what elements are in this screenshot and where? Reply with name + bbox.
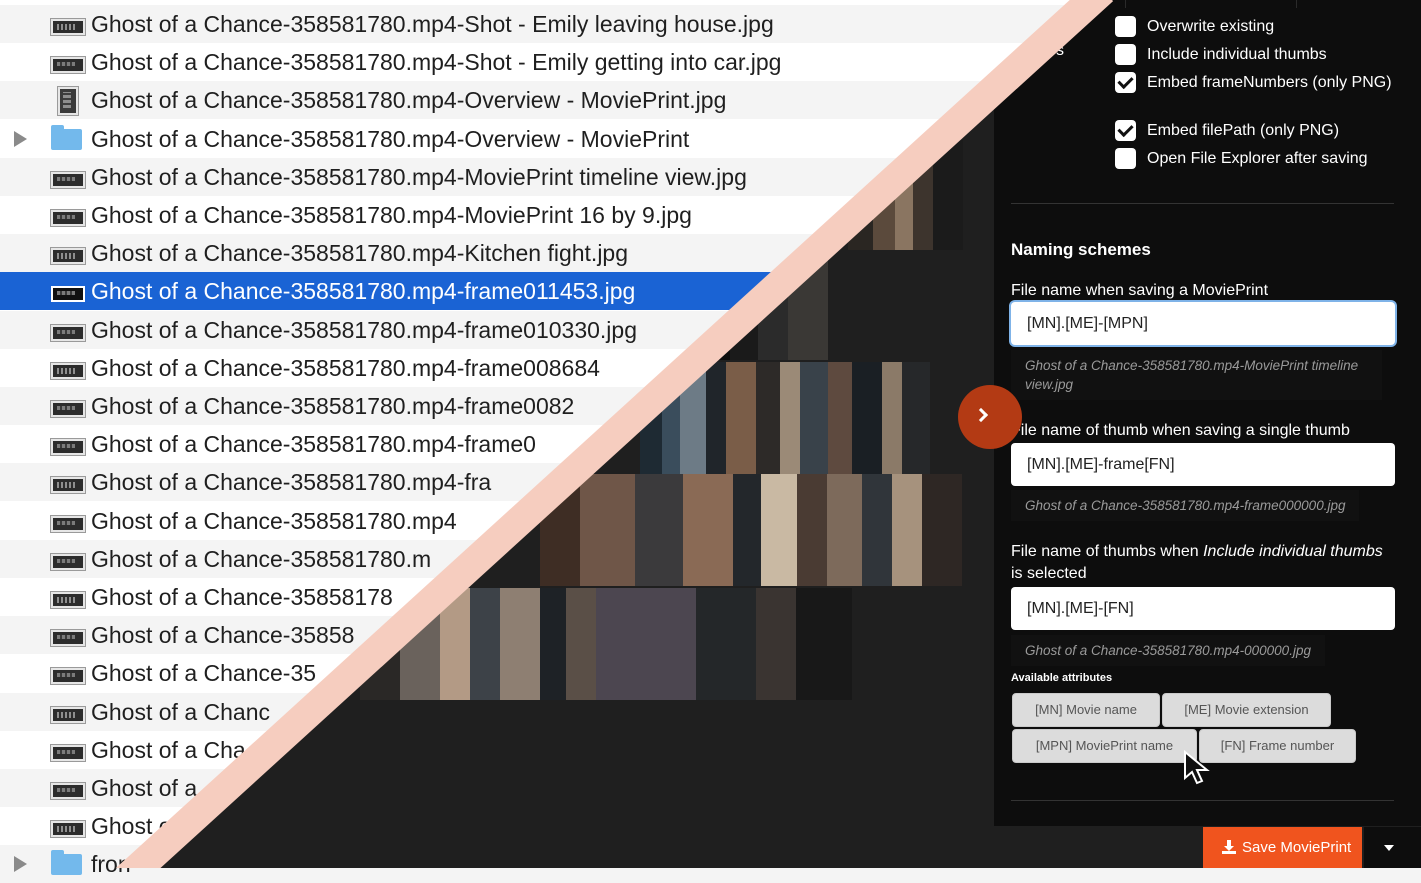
thumb-strip-5[interactable] bbox=[360, 588, 852, 700]
image-thumbnail-icon bbox=[51, 515, 85, 532]
disclosure-triangle-icon[interactable] bbox=[14, 130, 27, 147]
thumbs-name-label: File name of thumbs when Include individ… bbox=[1011, 541, 1396, 585]
thumbs-label-option: Include individual thumbs bbox=[1203, 543, 1383, 560]
attr-movieprint-name-button[interactable]: [MPN] MoviePrint name bbox=[1012, 729, 1197, 763]
thumb-strip-3[interactable] bbox=[640, 362, 930, 474]
image-thumbnail-icon bbox=[51, 744, 85, 761]
save-options-dropdown[interactable] bbox=[1364, 827, 1421, 868]
checkbox-unchecked[interactable] bbox=[1115, 16, 1136, 37]
file-name: Ghost of a Chance-358581780.mp4-Overview… bbox=[91, 125, 690, 152]
file-name: Ghost of a Chance-358581780.mp4-Kitchen … bbox=[91, 240, 629, 267]
setting-checkbox-row[interactable]: Overwrite existing bbox=[1115, 16, 1397, 37]
disclosure-triangle-icon[interactable] bbox=[14, 856, 27, 873]
thumbs-label-text: File name of thumbs when bbox=[1011, 543, 1204, 560]
save-movieprint-button[interactable]: Save MoviePrint bbox=[1203, 827, 1362, 868]
file-name: Ghost of a Chance-358581780.mp4-frame008… bbox=[91, 393, 575, 419]
image-thumbnail-icon bbox=[51, 592, 85, 608]
attr-movie-name-button[interactable]: [MN] Movie name bbox=[1012, 693, 1160, 727]
naming-schemes-title: Naming schemes bbox=[1011, 240, 1151, 259]
file-name: Ghost of a Chance-358581780.mp4-frame010… bbox=[91, 316, 637, 343]
checkbox-label: Open File Explorer after saving bbox=[1147, 150, 1368, 167]
checkbox-label: Include individual thumbs bbox=[1147, 46, 1327, 63]
image-thumbnail-icon bbox=[51, 19, 85, 35]
thumbs-label-suffix: is selected bbox=[1011, 565, 1087, 582]
checkbox-checked[interactable] bbox=[1115, 120, 1136, 141]
folder-icon bbox=[51, 850, 82, 876]
image-thumbnail-icon bbox=[51, 248, 85, 265]
save-movieprint-label: Save MoviePrint bbox=[1242, 839, 1352, 856]
image-thumbnail-icon bbox=[51, 57, 85, 74]
collapse-panel-button[interactable] bbox=[958, 385, 1022, 449]
image-thumbnail-icon bbox=[51, 553, 85, 570]
file-name: fron bbox=[91, 851, 131, 878]
file-name: Ghost of a Chance-358581780.mp4-frame0 bbox=[91, 431, 536, 458]
image-thumbnail-icon bbox=[51, 783, 85, 799]
thumb-strip-4[interactable] bbox=[540, 474, 962, 586]
attr-frame-number-button[interactable]: [FN] Frame number bbox=[1199, 729, 1356, 763]
image-thumbnail-icon bbox=[51, 706, 85, 723]
image-thumbnail-icon bbox=[51, 171, 85, 188]
checkmark-icon bbox=[1117, 120, 1134, 138]
file-name: Ghost of a Chance-358581780.mp4-fra bbox=[91, 469, 492, 496]
chevron-right-icon bbox=[973, 407, 989, 423]
setting-checkbox-row[interactable]: Open File Explorer after saving bbox=[1115, 148, 1397, 169]
setting-checkbox-row[interactable]: Embed filePath (only PNG) bbox=[1115, 120, 1397, 141]
panel-tab bbox=[1125, 0, 1297, 8]
attr-movie-extension-button[interactable]: [ME] Movie extension bbox=[1162, 693, 1331, 727]
single-thumb-name-input[interactable]: [MN].[ME]-frame[FN] bbox=[1011, 443, 1395, 486]
file-name: Ghost of a Chance-358581780.mp4-MoviePri… bbox=[91, 163, 747, 190]
image-thumbnail-icon bbox=[51, 362, 85, 379]
checkbox-label: Embed frameNumbers (only PNG) bbox=[1147, 74, 1392, 91]
movieprint-name-input[interactable]: [MN].[ME]-[MPN] bbox=[1011, 302, 1395, 345]
file-name: Ghost of a Chanc bbox=[91, 698, 270, 725]
file-name: Ghost of a Chance-35858178 bbox=[91, 584, 393, 610]
image-thumbnail-icon bbox=[51, 668, 85, 685]
file-name: Ghost of a Chance-358581780.mp4-frame011… bbox=[91, 278, 636, 305]
image-thumbnail-icon bbox=[51, 210, 85, 226]
image-thumbnail-icon bbox=[51, 630, 85, 647]
checkbox-unchecked[interactable] bbox=[1115, 148, 1136, 169]
file-name: Ghost of a Cha bbox=[91, 736, 246, 763]
section-divider-bottom bbox=[1011, 800, 1394, 801]
movieprint-name-preview: Ghost of a Chance-358581780.mp4-MoviePri… bbox=[1011, 350, 1382, 400]
image-thumbnail-icon bbox=[51, 324, 85, 341]
thumbs-name-input[interactable]: [MN].[ME]-[FN] bbox=[1011, 587, 1395, 630]
available-attributes-title: Available attributes bbox=[1011, 672, 1113, 684]
folder-icon bbox=[51, 124, 82, 150]
image-thumbnail-icon bbox=[51, 286, 85, 303]
image-thumbnail-icon bbox=[51, 821, 85, 838]
file-name: Ghost of a Chance-358581780.mp4-MoviePri… bbox=[91, 202, 692, 228]
file-name: Ghost of a Chance-35 bbox=[91, 660, 317, 687]
file-name: Ghost of a Chance-358581780.mp4 bbox=[91, 507, 457, 534]
file-name: Ghost of a bbox=[91, 775, 198, 801]
image-thumbnail-icon bbox=[51, 439, 85, 456]
file-name: Ghost of a Chance-358581780.mp4-Shot - E… bbox=[91, 11, 774, 37]
section-divider bbox=[1011, 203, 1394, 204]
setting-checkbox-row[interactable]: Embed frameNumbers (only PNG) bbox=[1115, 72, 1397, 93]
single-thumb-name-label: File name of thumb when saving a single … bbox=[1011, 422, 1350, 439]
caret-down-icon bbox=[1384, 845, 1394, 851]
file-name: Ghost of a Chance-358581780.m bbox=[91, 545, 432, 572]
checkbox-checked[interactable] bbox=[1115, 72, 1136, 93]
checkbox-label: Overwrite existing bbox=[1147, 18, 1275, 35]
image-thumbnail-icon bbox=[51, 477, 85, 494]
file-name: Ghost o bbox=[91, 813, 172, 840]
left-label-fragment: s bbox=[1056, 42, 1064, 59]
checkbox-label: Embed filePath (only PNG) bbox=[1147, 122, 1340, 139]
file-name: Ghost of a Chance-358581780.mp4-Overview… bbox=[91, 87, 727, 114]
image-thumbnail-icon bbox=[58, 87, 78, 116]
mouse-pointer-icon bbox=[1184, 750, 1210, 785]
image-thumbnail-icon bbox=[51, 401, 85, 417]
file-name: Ghost of a Chance-358581780.mp4-Shot - E… bbox=[91, 49, 782, 76]
file-name: Ghost of a Chance-358581780.mp4-frame008… bbox=[91, 354, 600, 381]
single-thumb-name-preview: Ghost of a Chance-358581780.mp4-frame000… bbox=[1011, 490, 1360, 521]
setting-checkbox-row[interactable]: Include individual thumbs bbox=[1115, 44, 1397, 65]
movieprint-name-label: File name when saving a MoviePrint bbox=[1011, 282, 1269, 299]
file-name: Ghost of a Chance-35858 bbox=[91, 622, 355, 649]
thumbs-name-preview: Ghost of a Chance-358581780.mp4-000000.j… bbox=[1011, 635, 1325, 666]
checkbox-unchecked[interactable] bbox=[1115, 44, 1136, 65]
download-icon bbox=[1222, 840, 1236, 854]
checkmark-icon bbox=[1117, 72, 1134, 90]
